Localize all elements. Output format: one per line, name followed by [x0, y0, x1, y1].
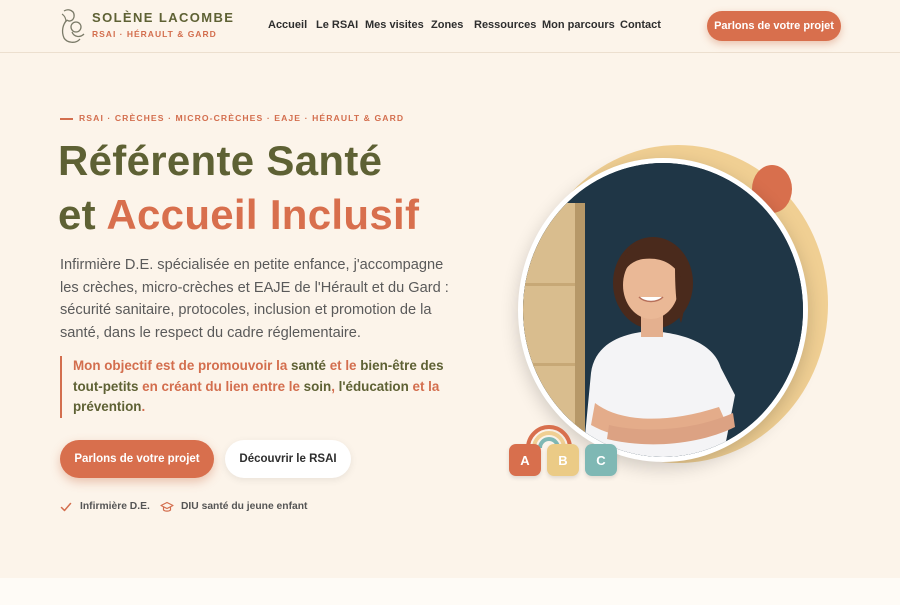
rainbow-decoration — [526, 425, 572, 448]
check-icon — [60, 502, 72, 512]
site-header: SOLÈNE LACOMBE RSAI · HÉRAULT & GARD Acc… — [0, 0, 900, 53]
mother-child-logo[interactable] — [58, 7, 88, 45]
hero-title-prefix: et — [58, 191, 96, 238]
quote-part: en créant du lien entre le — [138, 378, 304, 394]
block-c: C — [585, 444, 617, 476]
nav-contact[interactable]: Contact — [620, 19, 661, 31]
hero-quote: Mon objectif est de promouvoir la santé … — [60, 356, 460, 418]
quote-keyword: prévention — [73, 399, 142, 414]
hero-title-line1: Référente Santé — [58, 137, 383, 184]
block-a: A — [509, 444, 541, 476]
hero-title-line2: et Accueil Inclusif — [58, 193, 419, 237]
header-cta-button[interactable]: Parlons de votre projet — [707, 11, 841, 41]
nav-mes-visites[interactable]: Mes visites — [365, 19, 424, 31]
block-b: B — [547, 444, 579, 476]
brand-tagline: RSAI · HÉRAULT & GARD — [92, 29, 217, 39]
quote-keyword: santé — [291, 358, 326, 373]
eyebrow-dash — [60, 118, 73, 120]
brand-name[interactable]: SOLÈNE LACOMBE — [92, 10, 234, 25]
hero-title-accent: Accueil Inclusif — [106, 191, 420, 238]
quote-part: et la — [408, 378, 440, 394]
quote-part: , — [331, 378, 339, 394]
nav-zones[interactable]: Zones — [431, 19, 463, 31]
quote-part: et le — [325, 358, 361, 373]
quote-keyword: soin — [303, 378, 332, 394]
nav-le-rsai[interactable]: Le RSAI — [316, 19, 358, 31]
quote-keyword: l'éducation — [338, 378, 409, 394]
nav-mon-parcours[interactable]: Mon parcours — [542, 19, 615, 31]
nav-ressources[interactable]: Ressources — [474, 19, 536, 31]
discover-rsai-button[interactable]: Découvrir le RSAI — [225, 440, 351, 478]
project-cta-button[interactable]: Parlons de votre projet — [60, 440, 214, 478]
quote-part: Mon objectif est de promouvoir la — [73, 358, 291, 373]
hero-intro: Infirmière D.E. spécialisée en petite en… — [60, 257, 449, 341]
quote-part: . — [141, 399, 146, 414]
nav-accueil[interactable]: Accueil — [268, 19, 307, 31]
hero-eyebrow: RSAI · CRÈCHES · MICRO-CRÈCHES · EAJE · … — [79, 113, 405, 123]
badge-diu: DIU santé du jeune enfant — [181, 501, 308, 512]
badge-nurse: Infirmière D.E. — [80, 501, 150, 512]
graduation-cap-icon — [160, 501, 174, 512]
next-section-edge — [0, 578, 900, 605]
